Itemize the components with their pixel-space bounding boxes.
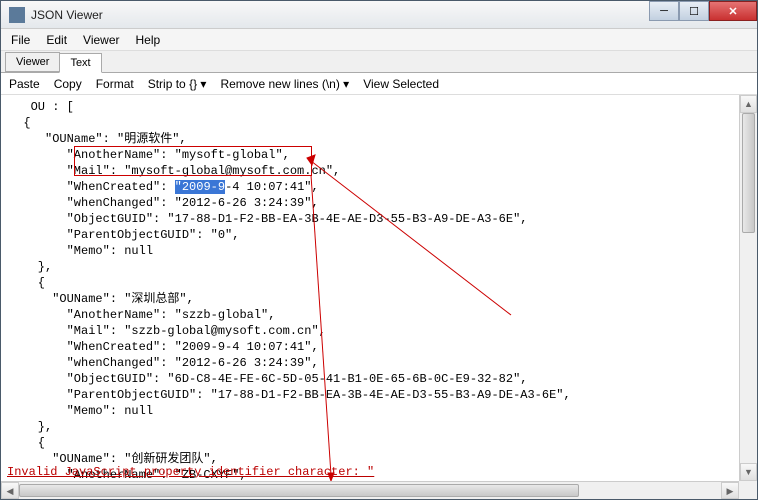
toolbar-strip[interactable]: Strip to {} ▾ [148, 77, 207, 91]
menu-help[interactable]: Help [136, 33, 161, 47]
toolbar-copy[interactable]: Copy [54, 77, 82, 91]
horizontal-scrollbar[interactable]: ◀ ▶ [1, 481, 739, 499]
tabbar: Viewer Text [1, 51, 757, 73]
tab-viewer[interactable]: Viewer [5, 52, 60, 72]
json-text-area[interactable]: OU : [ { "OUName": "明源软件", "AnotherName"… [1, 95, 739, 481]
scroll-down-arrow[interactable]: ▼ [740, 463, 757, 481]
minimize-button[interactable]: ─ [649, 1, 679, 21]
menubar: File Edit Viewer Help [1, 29, 757, 51]
vertical-scrollbar[interactable]: ▲ ▼ [739, 95, 757, 481]
horizontal-scroll-thumb[interactable] [19, 484, 579, 497]
toolbar: Paste Copy Format Strip to {} ▾ Remove n… [1, 73, 757, 95]
content-area: OU : [ { "OUName": "明源软件", "AnotherName"… [1, 95, 757, 499]
toolbar-format[interactable]: Format [96, 77, 134, 91]
vertical-scroll-thumb[interactable] [742, 113, 755, 233]
window-controls: ─ ☐ ✕ [649, 1, 757, 28]
scroll-left-arrow[interactable]: ◀ [1, 482, 19, 499]
menu-viewer[interactable]: Viewer [83, 33, 119, 47]
menu-file[interactable]: File [11, 33, 30, 47]
toolbar-remove-newlines[interactable]: Remove new lines (\n) ▾ [220, 77, 349, 91]
main-window: JSON Viewer ─ ☐ ✕ File Edit Viewer Help … [0, 0, 758, 500]
error-status: Invalid JavaScript property identifier c… [7, 465, 374, 479]
menu-edit[interactable]: Edit [46, 33, 67, 47]
tab-text[interactable]: Text [59, 53, 101, 73]
maximize-button[interactable]: ☐ [679, 1, 709, 21]
titlebar[interactable]: JSON Viewer ─ ☐ ✕ [1, 1, 757, 29]
scroll-up-arrow[interactable]: ▲ [740, 95, 757, 113]
toolbar-view-selected[interactable]: View Selected [363, 77, 439, 91]
scrollbar-corner [739, 481, 757, 499]
app-icon [9, 7, 25, 23]
scroll-right-arrow[interactable]: ▶ [721, 482, 739, 499]
close-button[interactable]: ✕ [709, 1, 757, 21]
toolbar-paste[interactable]: Paste [9, 77, 40, 91]
window-title: JSON Viewer [31, 8, 649, 22]
